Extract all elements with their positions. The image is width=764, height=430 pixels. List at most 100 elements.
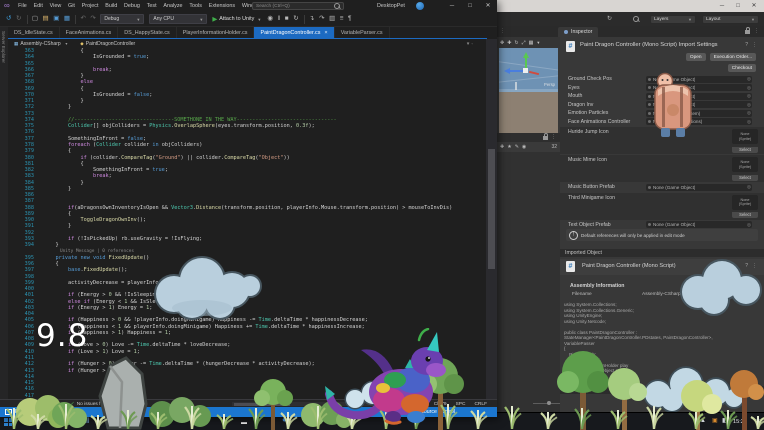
vs-maximize-button[interactable]: □ [461, 0, 479, 12]
execution-order-button[interactable]: Execution Order... [710, 53, 756, 61]
uncomment-icon[interactable]: ¶ [348, 14, 351, 24]
sprite-slot[interactable]: None(Sprite) [732, 195, 758, 210]
menu-edit[interactable]: Edit [30, 3, 46, 9]
collab-icon[interactable]: ↻ [607, 15, 612, 22]
platform-dropdown[interactable]: Any CPU▼ [149, 14, 207, 24]
unity-close-button[interactable]: ✕ [746, 0, 762, 12]
tab-faceanimations-cs[interactable]: FaceAnimations.cs [60, 27, 119, 38]
menu-view[interactable]: View [46, 3, 64, 9]
project-panel[interactable] [497, 152, 560, 412]
save-icon[interactable]: ▣ [53, 14, 59, 24]
scrollbar-thumb[interactable] [488, 149, 495, 269]
code-line[interactable]: 388 if(aDragonsOwnInventoryIsOpen && Vec… [8, 205, 486, 211]
edit-icon[interactable]: ✎ [515, 144, 519, 150]
breadcrumb-project[interactable]: Assembly-CSharp [20, 41, 60, 47]
backpack-pet-sprite[interactable] [650, 72, 696, 142]
save-all-icon[interactable]: ▦ [64, 14, 70, 24]
menu-git[interactable]: Git [65, 3, 79, 9]
more-tools-icon[interactable]: ▼ [536, 40, 540, 45]
layers-dropdown[interactable]: Layers▼ [650, 15, 696, 24]
hand-tool-icon[interactable]: ✥ [500, 40, 504, 46]
context-menu-icon[interactable]: ⋮ [752, 42, 757, 48]
open-folder-icon[interactable]: ▤ [43, 14, 49, 24]
rotate-tool-icon[interactable]: ↻ [514, 40, 518, 46]
select-button[interactable]: Select [732, 175, 758, 181]
help-icon[interactable]: ? [745, 42, 748, 48]
menu-project[interactable]: Project [78, 3, 102, 9]
object-picker-icon[interactable]: ◎ [747, 102, 751, 108]
vs-close-button[interactable]: ✕ [479, 0, 497, 12]
object-field[interactable]: None (Game Object)◎ [646, 184, 752, 191]
pause-icon[interactable]: ‖ [278, 14, 281, 24]
undo-icon[interactable]: ↶ [80, 14, 85, 24]
account-avatar[interactable] [416, 2, 424, 10]
scale-tool-icon[interactable]: ⤢ [522, 40, 526, 46]
restart-icon[interactable]: ↻ [293, 14, 298, 24]
search-box[interactable]: Search (Ctrl+Q) [252, 2, 344, 10]
panel-menu-icon[interactable]: ⋮ [551, 134, 556, 140]
stop-icon[interactable]: ■ [285, 14, 289, 24]
menu-extensions[interactable]: Extensions [205, 3, 238, 9]
navigate-forward-icon[interactable]: ↻ [16, 14, 21, 24]
breadcrumb-type[interactable]: PaintDragonController [86, 41, 135, 47]
sprite-slot[interactable]: None(Sprite) [732, 157, 758, 172]
configuration-dropdown[interactable]: Debug▼ [100, 14, 144, 24]
tab-playerinformationholder-cs[interactable]: PlayerInformationHolder.cs [177, 27, 255, 38]
vs-minimize-button[interactable]: ─ [443, 0, 461, 12]
menu-test[interactable]: Test [143, 3, 160, 9]
object-picker-icon[interactable]: ◎ [747, 93, 751, 99]
new-file-icon[interactable]: ▢ [32, 14, 38, 24]
unity-minimize-button[interactable]: ─ [714, 0, 730, 12]
rect-tool-icon[interactable]: ▦ [529, 40, 534, 46]
tab-inspector[interactable]: Inspector [558, 27, 598, 37]
step-into-icon[interactable]: ↴ [309, 14, 314, 24]
hot-reload-icon[interactable]: ◉ [267, 14, 273, 24]
menu-file[interactable]: File [15, 3, 30, 9]
menu-tools[interactable]: Tools [186, 3, 205, 9]
tab-paintdragoncontroller-cs[interactable]: PaintDragonController.cs× [254, 27, 334, 38]
menu-debug[interactable]: Debug [121, 3, 144, 9]
line-ending[interactable]: CRLF [474, 402, 487, 407]
attach-to-unity-button[interactable]: ▶ Attach to Unity ▼ [212, 15, 261, 23]
panel-drag-handle[interactable]: ⋮ [500, 28, 505, 34]
step-over-icon[interactable]: ↷ [319, 14, 324, 24]
gizmo-x-axis[interactable] [509, 70, 523, 72]
info-icon[interactable]: ◉ [522, 144, 526, 150]
object-picker-icon[interactable]: ◎ [747, 119, 751, 125]
comment-icon[interactable]: ≡ [340, 14, 344, 24]
checkout-button[interactable]: Checkout [728, 64, 756, 72]
find-in-files-icon[interactable]: ▥ [329, 14, 335, 24]
sprite-slot[interactable]: None(Sprite) [732, 129, 758, 144]
gizmo-center-handle[interactable] [523, 68, 528, 73]
unity-maximize-button[interactable]: □ [730, 0, 746, 12]
lock-icon[interactable] [543, 136, 548, 140]
favorites-icon[interactable]: ★ [507, 144, 511, 150]
close-tab-icon[interactable]: × [324, 30, 327, 36]
object-picker-icon[interactable]: ◎ [747, 110, 751, 116]
search-icon[interactable] [633, 16, 639, 22]
select-button[interactable]: Select [732, 212, 758, 218]
lock-icon[interactable] [745, 30, 750, 34]
panel-menu-icon[interactable]: ⋮ [754, 28, 759, 34]
breadcrumb-options-icon[interactable]: ▼ ◦ [466, 41, 473, 46]
tab-variableparser-cs[interactable]: VariableParser.cs [335, 27, 390, 38]
scene-view[interactable]: Persp [499, 48, 558, 133]
menu-analyze[interactable]: Analyze [160, 3, 186, 9]
redo-icon[interactable]: ↷ [90, 14, 95, 24]
object-picker-icon[interactable]: ◎ [747, 184, 751, 190]
paint-dragon-sprite[interactable] [323, 328, 453, 428]
move-tool-icon[interactable]: ✚ [507, 40, 511, 46]
object-field[interactable]: None (Game Object)◎ [646, 221, 752, 228]
object-picker-icon[interactable]: ◎ [747, 85, 751, 91]
gizmo-z-axis[interactable] [529, 71, 539, 75]
editor-scrollbar[interactable] [486, 39, 497, 399]
open-button[interactable]: Open [686, 53, 706, 61]
create-icon[interactable]: ✚ [500, 144, 504, 150]
navigate-back-icon[interactable]: ↺ [6, 14, 11, 24]
object-picker-icon[interactable]: ◎ [747, 76, 751, 82]
unity-titlebar[interactable]: ─ □ ✕ [497, 0, 764, 12]
object-picker-icon[interactable]: ◎ [747, 222, 751, 228]
tab-ds-idlestate-cs[interactable]: DS_IdleState.cs [8, 27, 60, 38]
tab-ds-happystate-cs[interactable]: DS_HappyState.cs [118, 27, 177, 38]
select-button[interactable]: Select [732, 147, 758, 153]
